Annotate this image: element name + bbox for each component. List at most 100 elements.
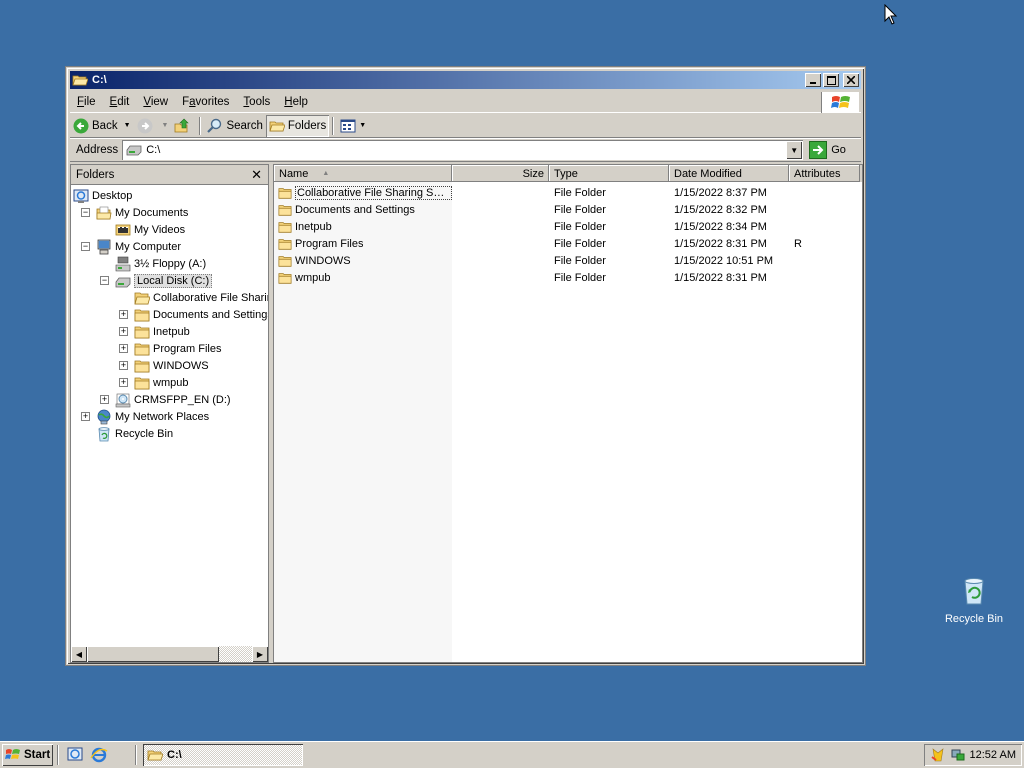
scroll-thumb[interactable] (87, 646, 219, 662)
file-name: Documents and Settings (295, 203, 415, 216)
back-button[interactable]: Back (70, 115, 121, 137)
menu-file[interactable]: File (70, 96, 103, 108)
cell-type: File Folder (554, 203, 606, 216)
internet-explorer-icon[interactable] (90, 746, 108, 764)
local-disk-icon (126, 145, 142, 156)
up-folder-button[interactable] (171, 115, 196, 137)
tree-node-label: WINDOWS (153, 359, 209, 372)
maximize-icon (826, 75, 836, 85)
forward-button[interactable] (134, 115, 159, 137)
explorer-window: C:\ File Edit View Favorites Tools Help (66, 67, 865, 665)
search-button[interactable]: Search (204, 115, 265, 137)
back-label: Back (92, 119, 118, 132)
tree-node[interactable]: + My Network Places (81, 408, 209, 425)
clock[interactable]: 12:52 AM (970, 749, 1016, 761)
minimize-button[interactable] (805, 73, 821, 87)
collapse-icon[interactable]: − (81, 242, 90, 251)
security-tray-icon[interactable] (930, 747, 946, 763)
column-header-date-modified[interactable]: Date Modified (669, 165, 789, 182)
tree-node-label: 3½ Floppy (A:) (134, 257, 207, 270)
tree-node[interactable]: − My Computer (81, 238, 181, 255)
tree-node[interactable]: Collaborative File Sharin (119, 289, 268, 306)
tree-node[interactable]: + CRMSFPP_EN (D:) (100, 391, 231, 408)
tree-node[interactable]: + wmpub (119, 374, 188, 391)
start-button[interactable]: Start (2, 743, 53, 766)
tree-node[interactable]: My Videos (100, 221, 185, 238)
cell-name: Inetpub (274, 220, 452, 234)
floppy-icon (115, 256, 131, 272)
folder-open-icon (134, 290, 151, 306)
taskbar: Start C:\ 12:52 AM (0, 741, 1024, 768)
scroll-right-icon[interactable]: ▶ (252, 646, 268, 662)
taskbar-button-explorer[interactable]: C:\ (143, 743, 303, 766)
tree-node[interactable]: − My Documents (81, 204, 188, 221)
folders-pane-close-icon[interactable]: ✕ (251, 167, 262, 183)
tree-node-label: My Computer (115, 240, 182, 253)
expand-icon[interactable]: + (100, 395, 109, 404)
menu-view[interactable]: View (136, 96, 175, 108)
recycle-bin-icon (96, 426, 112, 442)
close-button[interactable] (843, 73, 859, 87)
expand-icon[interactable]: + (119, 344, 128, 353)
expand-icon[interactable]: + (81, 412, 90, 421)
address-input[interactable]: C:\ ▼ (122, 140, 804, 160)
menu-favorites[interactable]: Favorites (175, 96, 236, 108)
column-header-name[interactable]: Name ▲ (274, 165, 452, 182)
folder-icon (134, 307, 150, 323)
tree-node[interactable]: Recycle Bin (81, 425, 173, 442)
menu-tools[interactable]: Tools (236, 96, 277, 108)
show-desktop-icon[interactable] (66, 746, 84, 764)
tree-node[interactable]: + Documents and Settings (119, 306, 268, 323)
minimize-icon (810, 82, 816, 84)
table-row[interactable]: Documents and Settings File Folder 1/15/20… (274, 201, 862, 218)
tree-node[interactable]: − Local Disk (C:) (100, 272, 213, 289)
title-bar[interactable]: C:\ (70, 71, 861, 89)
tree-node[interactable]: + Program Files (119, 340, 221, 357)
expand-icon[interactable]: + (119, 361, 128, 370)
table-row[interactable]: wmpub File Folder 1/15/2022 8:31 PM (274, 269, 862, 286)
tree-node[interactable]: + WINDOWS (119, 357, 209, 374)
up-folder-icon (175, 118, 190, 132)
column-header-attributes[interactable]: Attributes (789, 165, 860, 182)
column-header-size[interactable]: Size (452, 165, 549, 182)
back-dropdown-icon[interactable]: ▼ (124, 122, 131, 129)
tree-horizontal-scrollbar[interactable]: ◀ ▶ (71, 646, 268, 662)
tree-node-label: Inetpub (153, 325, 190, 338)
expand-icon[interactable]: + (119, 378, 128, 387)
forward-dropdown-icon[interactable]: ▼ (162, 122, 169, 129)
maximize-button[interactable] (823, 73, 839, 87)
column-header-type[interactable]: Type (549, 165, 669, 182)
table-row[interactable]: Collaborative File Sharing Ser... File Fo… (274, 184, 862, 201)
cell-name: Program Files (274, 237, 452, 251)
views-button[interactable]: ▼ (337, 115, 369, 137)
address-dropdown-icon[interactable]: ▼ (786, 141, 803, 159)
tree-node[interactable]: 3½ Floppy (A:) (100, 255, 206, 272)
menu-help[interactable]: Help (277, 96, 315, 108)
table-row[interactable]: WINDOWS File Folder 1/15/2022 10:51 PM (274, 252, 862, 269)
tree-node[interactable]: Desktop (73, 187, 132, 204)
scroll-track[interactable] (219, 646, 252, 662)
cell-name: Collaborative File Sharing Ser... (274, 185, 452, 200)
desktop-recycle-bin[interactable]: Recycle Bin (940, 574, 1008, 625)
tree-node-label: My Documents (115, 206, 189, 219)
folders-button[interactable]: Folders (265, 114, 330, 137)
forward-arrow-icon (137, 118, 153, 133)
mouse-cursor-icon (884, 4, 898, 25)
expand-icon[interactable]: + (119, 327, 128, 336)
cell-date-modified: 1/15/2022 8:34 PM (674, 220, 767, 233)
table-row[interactable]: Program Files File Folder 1/15/2022 8:31 P… (274, 235, 862, 252)
system-tray: 12:52 AM (924, 744, 1022, 766)
go-button[interactable]: Go (809, 141, 846, 159)
menu-edit[interactable]: Edit (103, 96, 137, 108)
tree-node-label: CRMSFPP_EN (D:) (134, 393, 231, 406)
tree-node[interactable]: + Inetpub (119, 323, 190, 340)
network-tray-icon[interactable] (950, 747, 966, 763)
expand-icon[interactable]: + (119, 310, 128, 319)
collapse-icon[interactable]: − (100, 276, 109, 285)
collapse-icon[interactable]: − (81, 208, 90, 217)
file-name: Collaborative File Sharing Ser... (295, 185, 452, 200)
table-row[interactable]: Inetpub File Folder 1/15/2022 8:34 PM (274, 218, 862, 235)
scroll-left-icon[interactable]: ◀ (71, 646, 87, 662)
cell-date-modified: 1/15/2022 8:31 PM (674, 237, 767, 250)
quicklaunch-separator (57, 744, 59, 765)
